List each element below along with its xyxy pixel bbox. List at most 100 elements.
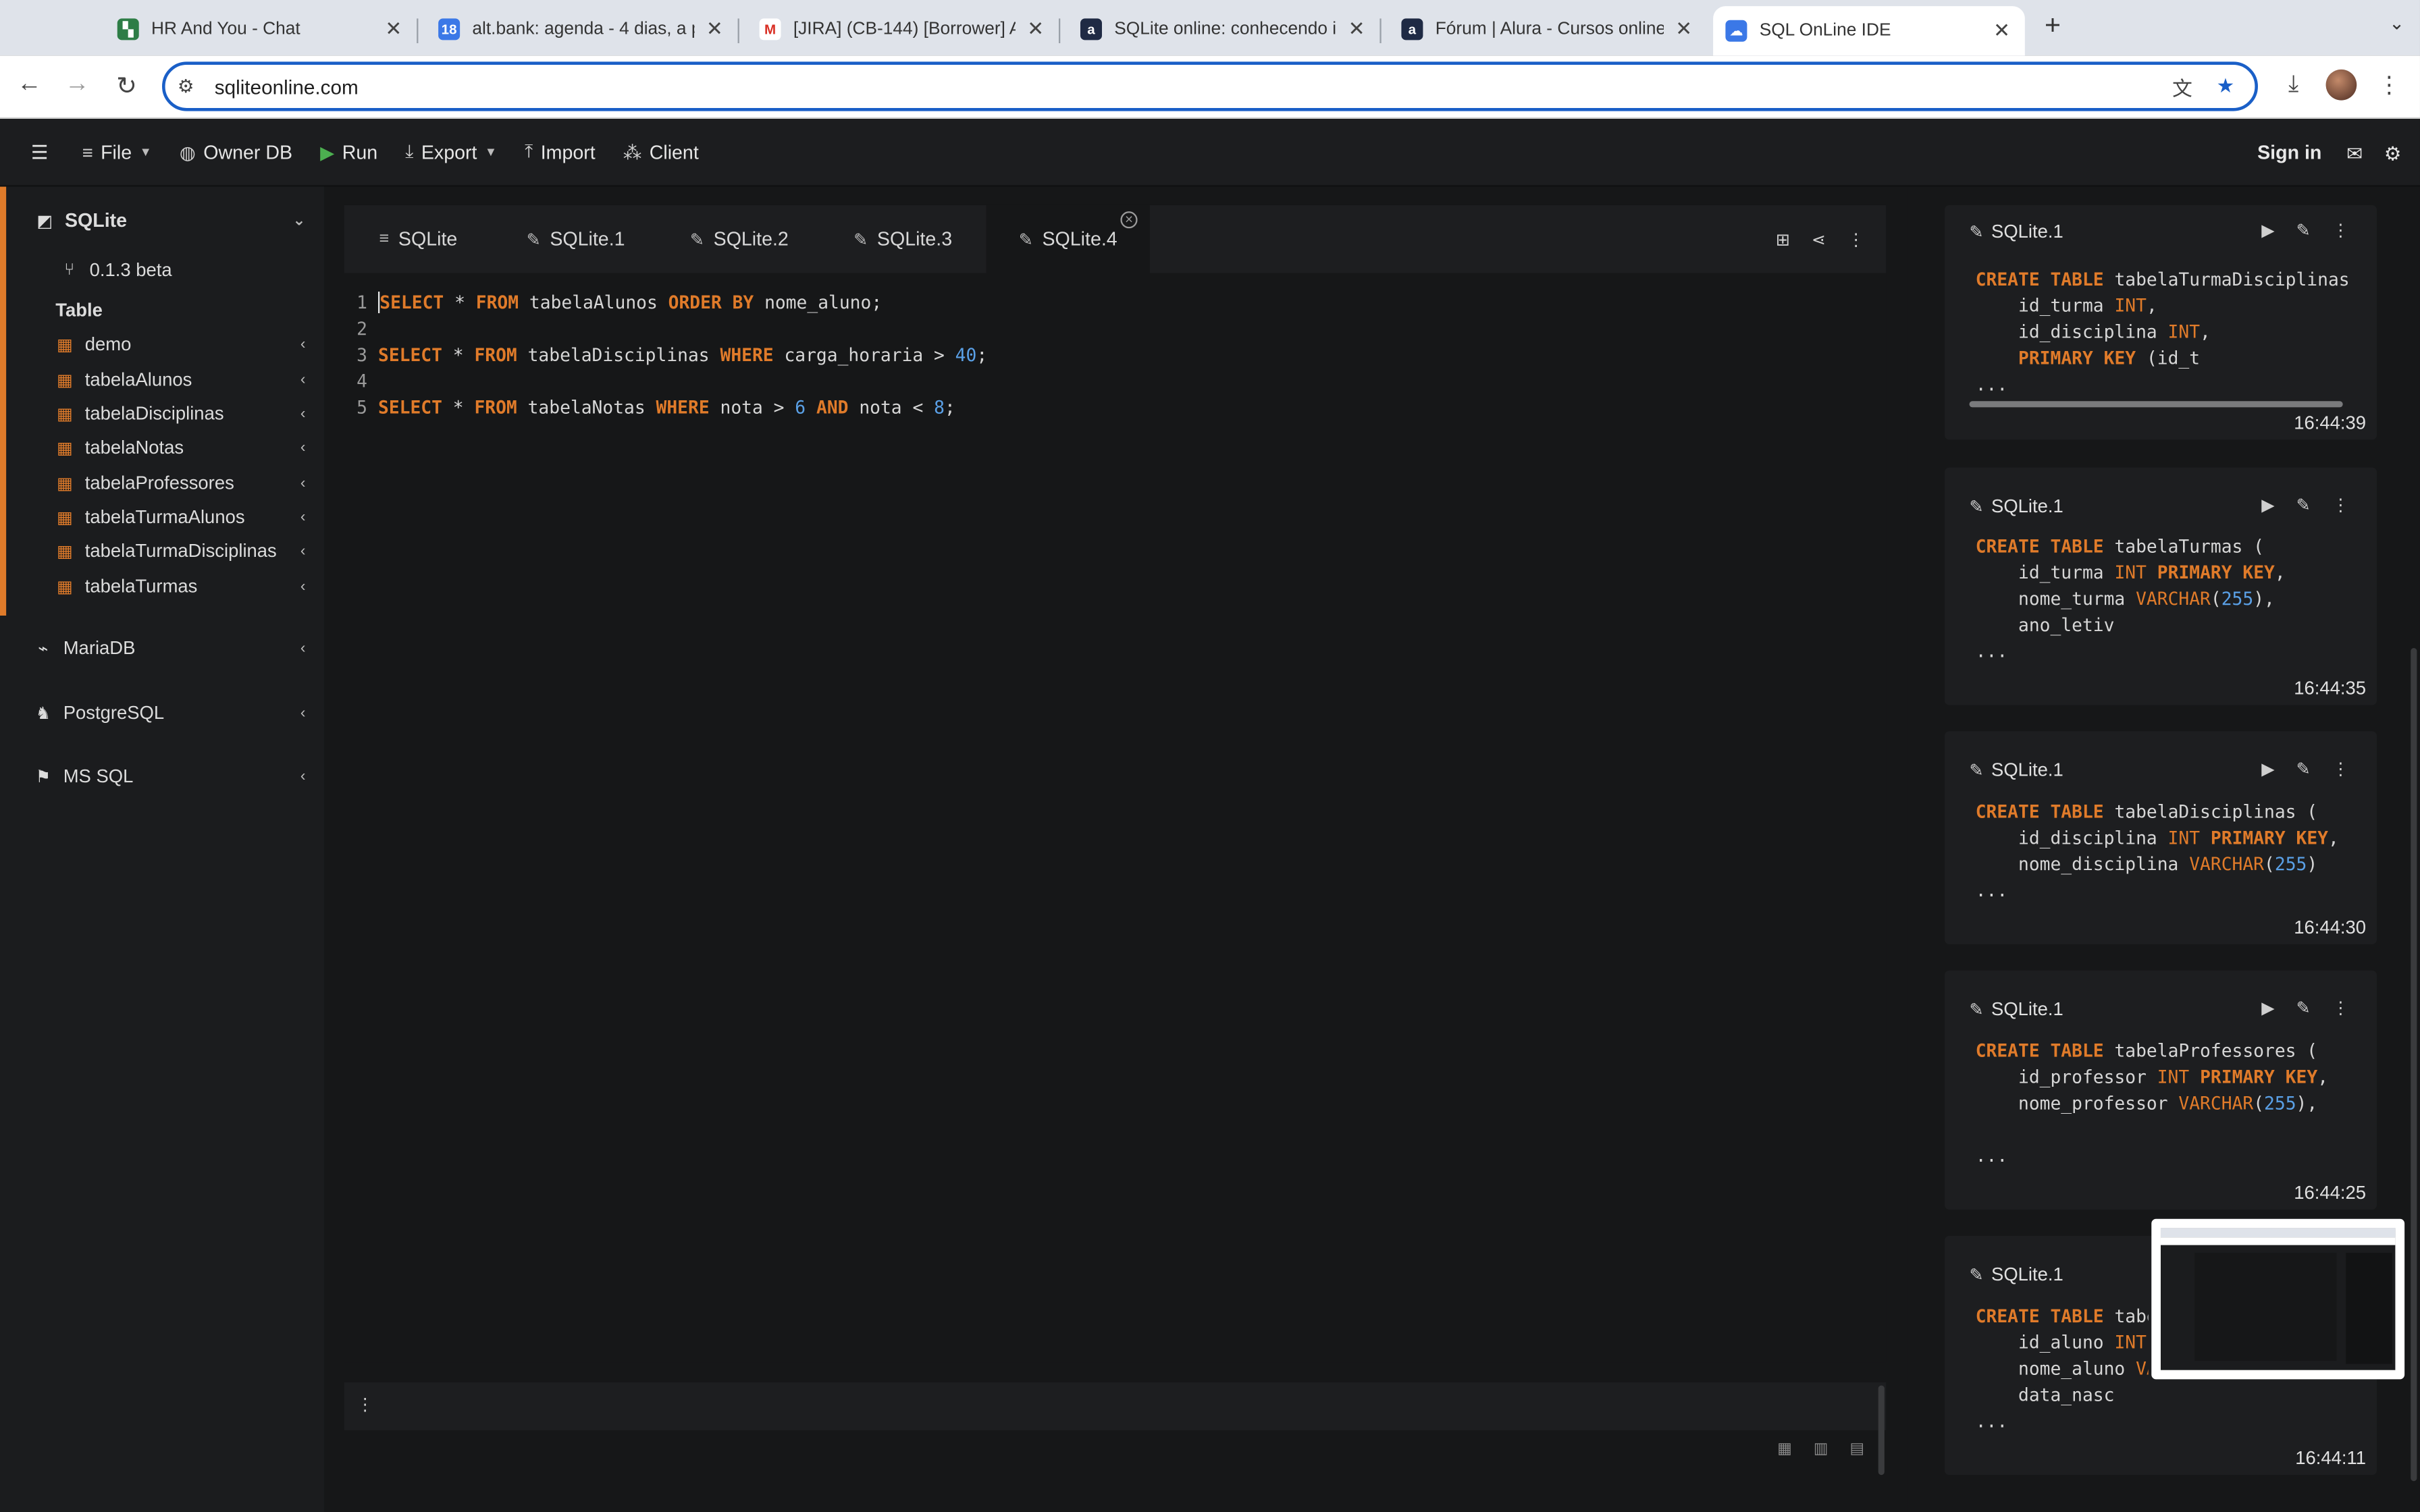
elephant-icon: ♞ xyxy=(35,704,51,723)
owner-db-button[interactable]: ◍ Owner DB xyxy=(180,141,292,163)
screenshot-thumbnail[interactable] xyxy=(2151,1218,2405,1380)
back-icon[interactable]: ← xyxy=(14,71,45,99)
chevron-left-icon[interactable]: ‹ xyxy=(300,767,306,784)
file-menu[interactable]: ≡ File ▼ xyxy=(82,141,152,163)
close-tab-icon[interactable]: × xyxy=(1120,211,1138,229)
notebook-icon[interactable]: ▤ xyxy=(1850,1441,1865,1458)
table-view-icon[interactable]: ▦ xyxy=(1777,1441,1792,1458)
play-icon[interactable]: ▶ xyxy=(2261,998,2274,1018)
url-text[interactable]: sqliteonline.com xyxy=(215,75,2169,98)
more-vertical-icon[interactable]: ⋮ xyxy=(2332,998,2349,1018)
download-icon[interactable]: ⤓ xyxy=(2278,71,2309,97)
mail-icon[interactable]: ✉ xyxy=(2346,141,2363,164)
chevron-left-icon[interactable]: ‹ xyxy=(300,371,306,388)
play-icon[interactable]: ▶ xyxy=(2261,759,2274,779)
gear-icon[interactable]: ⚙ xyxy=(2384,141,2402,164)
result-scrollbar[interactable] xyxy=(1878,1385,1885,1476)
history-scrollbar[interactable] xyxy=(2411,647,2417,1482)
edit-icon[interactable]: ✎ xyxy=(2296,495,2311,515)
hamburger-menu-icon[interactable]: ☰ xyxy=(31,140,49,163)
run-button[interactable]: ▶ Run xyxy=(320,141,377,163)
chevron-left-icon[interactable]: ‹ xyxy=(300,578,306,595)
sidebar-item-table[interactable]: ▦ tabelaTurmaAlunos ‹ xyxy=(0,500,324,534)
sidebar-item-table[interactable]: ▦ tabelaTurmaDisciplinas ‹ xyxy=(0,534,324,568)
more-vertical-icon[interactable]: ⋮ xyxy=(2332,495,2349,515)
more-vertical-icon[interactable]: ⋮ xyxy=(357,1395,373,1415)
tab-search-chevron-icon[interactable]: ⌄ xyxy=(2389,12,2404,34)
chevron-left-icon[interactable]: ‹ xyxy=(300,475,306,491)
chevron-left-icon[interactable]: ‹ xyxy=(300,639,306,656)
sidebar-item-mssql[interactable]: ⚑ MS SQL ‹ xyxy=(0,759,324,793)
browser-tab[interactable]: M [JIRA] (CB-144) [Borrower] A ✕ xyxy=(747,7,1061,51)
browser-menu-icon[interactable]: ⋮ xyxy=(2373,71,2404,99)
close-icon[interactable]: ✕ xyxy=(383,17,404,42)
browser-tab-active[interactable]: ☁ SQL OnLine IDE ✕ xyxy=(1713,6,2025,56)
sidebar-item-table[interactable]: ▦ tabelaAlunos ‹ xyxy=(0,362,324,396)
history-card[interactable]: ✎ SQLite.1 ▶ ✎ ⋮ CREATE TABLE tabelaProfess… xyxy=(1944,970,2377,1210)
tab-sqlite-1[interactable]: ✎ SQLite.1 xyxy=(496,205,656,273)
edit-icon[interactable]: ✎ xyxy=(2296,998,2311,1018)
sidebar-item-sqlite[interactable]: ◩ SQLite ⌄ xyxy=(0,204,324,238)
sql-editor[interactable]: 1 SELECT * FROM tabelaAlunos ORDER BY nom… xyxy=(344,288,1886,419)
chevron-left-icon[interactable]: ‹ xyxy=(300,439,306,456)
close-icon[interactable]: ✕ xyxy=(1025,17,1047,42)
history-card-actions: ▶ ✎ ⋮ xyxy=(2240,495,2349,515)
edit-icon: ✎ xyxy=(853,230,868,250)
history-card[interactable]: ✎ SQLite.1 ▶ ✎ ⋮ CREATE TABLE tabelaTurmaDi… xyxy=(1944,205,2377,440)
history-card-name: SQLite.1 xyxy=(1991,495,2063,517)
close-icon[interactable]: ✕ xyxy=(704,17,725,42)
bookmark-star-icon[interactable]: ★ xyxy=(2211,74,2239,99)
close-icon[interactable]: ✕ xyxy=(1991,18,2013,43)
sidebar-item-table[interactable]: ▦ demo ‹ xyxy=(0,327,324,361)
url-field[interactable]: ⚙ sqliteonline.com 文 ★ xyxy=(161,61,2258,111)
more-vertical-icon[interactable]: ⋮ xyxy=(2332,759,2349,779)
sidebar-item-table[interactable]: ▦ tabelaProfessores ‹ xyxy=(0,466,324,500)
sidebar-item-postgresql[interactable]: ♞ PostgreSQL ‹ xyxy=(0,696,324,730)
chevron-left-icon[interactable]: ‹ xyxy=(300,335,306,352)
tab-sqlite-2[interactable]: ✎ SQLite.2 xyxy=(659,205,820,273)
avatar[interactable] xyxy=(2325,69,2357,101)
import-button[interactable]: ⤒ Import xyxy=(525,140,596,163)
tab-sqlite[interactable]: ≡ SQLite xyxy=(344,205,492,273)
sidebar-item-mariadb[interactable]: ⌁ MariaDB ‹ xyxy=(0,631,324,665)
browser-tab[interactable]: 18 alt.bank: agenda - 4 dias, a p ✕ xyxy=(426,7,739,51)
export-menu[interactable]: ⤓ Export ▼ xyxy=(405,140,497,163)
site-settings-icon[interactable]: ⚙ xyxy=(178,76,203,97)
more-vertical-icon[interactable]: ⋮ xyxy=(2332,221,2349,240)
tab-sqlite-4[interactable]: ✎ SQLite.4 × xyxy=(986,205,1150,273)
history-card[interactable]: ✎ SQLite.1 ▶ ✎ ⋮ CREATE TABLE tabelaTurmas … xyxy=(1944,467,2377,705)
new-tab-icon[interactable]: + xyxy=(2037,9,2068,42)
horizontal-scrollbar[interactable] xyxy=(1969,401,2343,408)
add-tab-icon[interactable]: ⊞ xyxy=(1776,229,1790,249)
play-icon[interactable]: ▶ xyxy=(2261,495,2274,515)
sidebar-item-table[interactable]: ▦ tabelaNotas ‹ xyxy=(0,431,324,464)
forward-icon[interactable]: → xyxy=(61,71,93,99)
client-button[interactable]: ⁂ Client xyxy=(623,141,699,163)
thumbnail-addressbar xyxy=(2160,1237,2396,1245)
chart-view-icon[interactable]: ▥ xyxy=(1814,1441,1829,1458)
translate-icon[interactable]: 文 xyxy=(2168,72,2196,101)
chevron-left-icon[interactable]: ‹ xyxy=(300,704,306,721)
result-tools: ▦ ▥ ▤ xyxy=(1756,1441,1864,1458)
tab-sqlite-3[interactable]: ✎ SQLite.3 xyxy=(822,205,983,273)
edit-icon[interactable]: ✎ xyxy=(2296,221,2311,240)
play-icon[interactable]: ▶ xyxy=(2261,221,2274,240)
close-icon[interactable]: ✕ xyxy=(1346,17,1367,42)
share-icon[interactable]: ⋖ xyxy=(1812,229,1826,249)
close-icon[interactable]: ✕ xyxy=(1673,17,1695,42)
chevron-left-icon[interactable]: ‹ xyxy=(300,508,306,525)
sign-in-button[interactable]: Sign in xyxy=(2257,142,2321,163)
browser-tab[interactable]: a SQLite online: conhecendo in ✕ xyxy=(1068,7,1382,51)
chevron-left-icon[interactable]: ‹ xyxy=(300,405,306,422)
chevron-down-icon[interactable]: ⌄ xyxy=(292,212,305,229)
edit-icon[interactable]: ✎ xyxy=(2296,759,2311,779)
more-vertical-icon[interactable]: ⋮ xyxy=(1847,229,1864,249)
browser-tab[interactable]: ▚ HR And You - Chat ✕ xyxy=(105,7,419,51)
sidebar-item-table[interactable]: ▦ tabelaDisciplinas ‹ xyxy=(0,396,324,430)
pencil-icon: ✎ xyxy=(1969,1000,1984,1019)
reload-icon[interactable]: ↻ xyxy=(111,71,142,102)
history-card[interactable]: ✎ SQLite.1 ▶ ✎ ⋮ CREATE TABLE tabelaDiscipl… xyxy=(1944,731,2377,944)
chevron-left-icon[interactable]: ‹ xyxy=(300,542,306,559)
sidebar-item-table[interactable]: ▦ tabelaTurmas ‹ xyxy=(0,569,324,603)
browser-tab[interactable]: a Fórum | Alura - Cursos online ✕ xyxy=(1389,7,1707,51)
